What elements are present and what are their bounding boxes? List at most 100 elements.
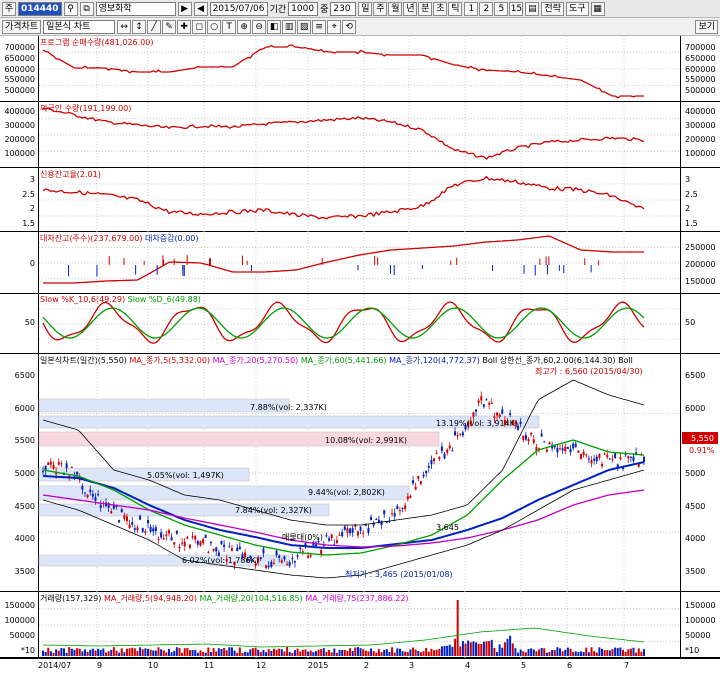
- price-candle-body: [325, 535, 328, 537]
- volume-bar: [139, 647, 142, 656]
- price-candle-body: [47, 462, 50, 465]
- price-candle-body: [454, 431, 457, 436]
- volume-bar: [469, 642, 472, 656]
- volume-bar: [251, 648, 254, 656]
- volume-bar: [364, 650, 367, 656]
- volume-ma-line: [43, 627, 645, 648]
- price-candle-body: [94, 496, 97, 501]
- volume-bar: [435, 649, 438, 656]
- volume-bar: [238, 647, 241, 656]
- price-candle-body: [207, 552, 210, 554]
- price-candle-body: [461, 432, 464, 436]
- volume-bar: [73, 649, 76, 656]
- price-candle-body: [89, 489, 92, 493]
- price-candle-body: [419, 481, 422, 484]
- price-candle-body: [480, 396, 483, 401]
- price-candle-body: [414, 486, 417, 490]
- volume-bar: [349, 648, 352, 656]
- volume-bar: [409, 649, 412, 656]
- price-candle-body: [202, 539, 205, 544]
- price-candle-body: [356, 531, 359, 536]
- price-candle-body: [412, 480, 415, 484]
- volume-bar: [372, 651, 375, 656]
- price-candle-body: [430, 460, 433, 465]
- volume-bar: [107, 651, 110, 656]
- volume-bar: [540, 647, 543, 656]
- price-candle-body: [446, 449, 449, 453]
- price-candle-body: [178, 546, 181, 549]
- volume-bar: [57, 650, 60, 656]
- price-candle-body: [603, 453, 606, 455]
- volume-bar: [406, 652, 409, 656]
- volume-bar: [356, 647, 359, 656]
- volume-zone-label: 13.19%(vol: 3,914K): [436, 419, 518, 428]
- price-candle-body: [417, 476, 420, 479]
- volume-bar: [296, 648, 299, 656]
- price-candle-body: [401, 507, 404, 509]
- price-candle-body: [383, 510, 386, 515]
- volume-bar: [230, 647, 233, 656]
- volume-bar: [207, 647, 210, 656]
- volume-bar: [175, 647, 178, 656]
- volume-bar: [616, 648, 619, 656]
- price-candle-body: [611, 459, 614, 461]
- volume-bar: [246, 652, 249, 656]
- price-candle-body: [91, 493, 94, 497]
- credit-line: [42, 175, 645, 220]
- volume-bar: [593, 651, 596, 656]
- volume-bar: [375, 652, 378, 656]
- volume-bar: [47, 647, 50, 656]
- price-candle-body: [272, 563, 275, 565]
- volume-bar: [144, 648, 147, 656]
- price-candle-body: [527, 439, 530, 442]
- sell-zone-annotation: 매물대(0%): [282, 533, 323, 542]
- price-candle-body: [598, 453, 601, 458]
- price-candle-body: [125, 516, 128, 521]
- price-candle-body: [220, 541, 223, 545]
- volume-bar: [472, 641, 475, 656]
- price-candle-body: [475, 409, 478, 412]
- volume-bar: [459, 646, 462, 656]
- volume-bar: [522, 651, 525, 656]
- volume-bar: [414, 649, 417, 656]
- price-candle-body: [490, 403, 493, 405]
- volume-bar: [343, 649, 346, 656]
- volume-bar: [569, 648, 572, 656]
- volume-bar: [467, 640, 470, 656]
- price-candle-body: [293, 561, 296, 563]
- price-candle-body: [624, 454, 627, 456]
- volume-bar: [125, 648, 128, 656]
- price-candle-body: [309, 555, 312, 557]
- volume-bar: [595, 652, 598, 656]
- volume-bar: [236, 652, 239, 656]
- price-candle-body: [559, 448, 562, 450]
- price-candle-body: [632, 456, 635, 462]
- volume-bar: [293, 650, 296, 656]
- volume-bar: [572, 651, 575, 656]
- price-candle-body: [364, 525, 367, 527]
- price-candle-body: [393, 513, 396, 517]
- volume-bar: [288, 651, 291, 656]
- price-candle-body: [296, 555, 299, 557]
- price-candle-body: [543, 441, 546, 443]
- price-candle-body: [422, 474, 425, 477]
- volume-bar: [393, 652, 396, 656]
- volume-bar: [398, 648, 401, 656]
- price-candle-body: [133, 528, 136, 530]
- volume-bar: [104, 652, 107, 656]
- volume-bar: [275, 649, 278, 656]
- price-candle-body: [493, 416, 496, 418]
- volume-bar: [99, 649, 102, 656]
- volume-bar: [585, 647, 588, 656]
- price-candle-body: [278, 555, 281, 558]
- volume-bar: [278, 648, 281, 656]
- price-candle-body: [409, 495, 412, 499]
- price-candle-body: [580, 454, 583, 459]
- volume-bar: [383, 649, 386, 656]
- volume-bar: [115, 650, 118, 656]
- price-candle-body: [343, 526, 346, 530]
- price-candle-body: [349, 528, 352, 534]
- volume-bar: [314, 651, 317, 656]
- price-candle-body: [230, 548, 233, 551]
- price-candle-body: [530, 432, 533, 435]
